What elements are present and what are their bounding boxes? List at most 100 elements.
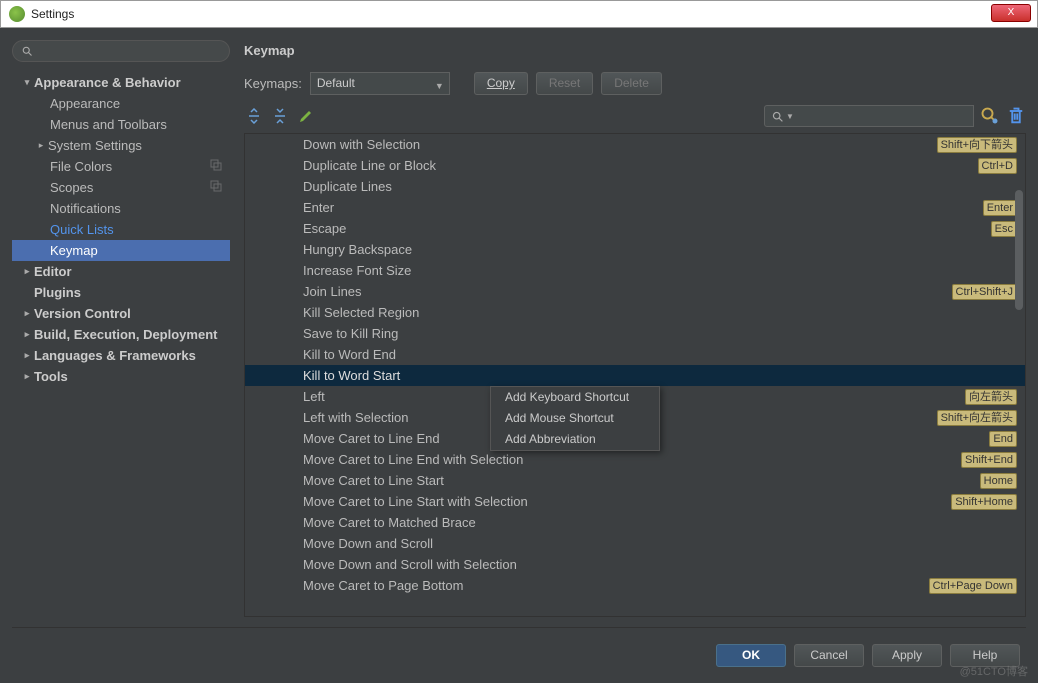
keymap-panel: Keymap Keymaps: Default Copy Reset Delet…: [244, 40, 1026, 617]
action-row[interactable]: Move Down and Scroll: [245, 533, 1025, 554]
apply-button[interactable]: Apply: [872, 644, 942, 667]
shortcut-badge: Home: [980, 473, 1017, 489]
context-menu: Add Keyboard Shortcut Add Mouse Shortcut…: [490, 386, 660, 451]
action-toolbar: ▼: [244, 105, 1026, 127]
tree-item[interactable]: File Colors: [12, 156, 230, 177]
collapse-all-icon[interactable]: [270, 106, 290, 126]
app-icon: [9, 6, 25, 22]
action-name: Escape: [303, 218, 991, 239]
action-name: Kill Selected Region: [303, 302, 1017, 323]
chevron-down-icon: ▼: [786, 112, 794, 121]
action-name: Increase Font Size: [303, 260, 1017, 281]
action-name: Move Caret to Line Start with Selection: [303, 491, 951, 512]
search-icon: [771, 110, 784, 123]
delete-button[interactable]: Delete: [601, 72, 662, 95]
action-row[interactable]: Hungry Backspace: [245, 239, 1025, 260]
tree-item-label: Build, Execution, Deployment: [34, 324, 217, 345]
expand-all-icon[interactable]: [244, 106, 264, 126]
action-search[interactable]: ▼: [764, 105, 974, 127]
tree-item[interactable]: Plugins: [12, 282, 230, 303]
copy-button[interactable]: Copy: [474, 72, 528, 95]
action-row[interactable]: Move Caret to Line StartHome: [245, 470, 1025, 491]
tree-item[interactable]: ▸Editor: [12, 261, 230, 282]
reset-button[interactable]: Reset: [536, 72, 593, 95]
sidebar-search[interactable]: [12, 40, 230, 62]
action-name: Kill to Word End: [303, 344, 1017, 365]
dialog-footer: OK Cancel Apply Help: [12, 627, 1026, 683]
tree-item[interactable]: ▾Appearance & Behavior: [12, 72, 230, 93]
action-name: Move Down and Scroll: [303, 533, 1017, 554]
arrow-icon: ▾: [22, 72, 32, 93]
shortcut-badge: 向左箭头: [965, 389, 1017, 405]
ok-button[interactable]: OK: [716, 644, 786, 667]
action-row[interactable]: Duplicate Lines: [245, 176, 1025, 197]
action-name: Move Caret to Page Bottom: [303, 575, 929, 596]
tree-item[interactable]: Scopes: [12, 177, 230, 198]
action-row[interactable]: Move Caret to Matched Brace: [245, 512, 1025, 533]
action-row[interactable]: Increase Font Size: [245, 260, 1025, 281]
action-row[interactable]: Move Caret to Page BottomCtrl+Page Down: [245, 575, 1025, 596]
copy-icon: [210, 159, 222, 171]
trash-icon[interactable]: [1006, 106, 1026, 126]
action-row[interactable]: Move Down and Scroll with Selection: [245, 554, 1025, 575]
ctx-add-keyboard-shortcut[interactable]: Add Keyboard Shortcut: [491, 387, 659, 408]
cancel-button[interactable]: Cancel: [794, 644, 864, 667]
settings-tree[interactable]: ▾Appearance & BehaviorAppearanceMenus an…: [12, 72, 230, 617]
tree-item-label: File Colors: [50, 156, 112, 177]
close-button[interactable]: X: [991, 4, 1031, 22]
keymap-top-row: Keymaps: Default Copy Reset Delete: [244, 72, 1026, 95]
ctx-add-mouse-shortcut[interactable]: Add Mouse Shortcut: [491, 408, 659, 429]
tree-item[interactable]: Notifications: [12, 198, 230, 219]
action-name: Down with Selection: [303, 134, 937, 155]
scrollbar-thumb[interactable]: [1015, 190, 1023, 310]
tree-item[interactable]: Keymap: [12, 240, 230, 261]
tree-item-label: Appearance & Behavior: [34, 72, 181, 93]
tree-item[interactable]: ▸Languages & Frameworks: [12, 345, 230, 366]
action-list[interactable]: Down with SelectionShift+向下箭头Duplicate L…: [244, 133, 1026, 617]
arrow-icon: ▸: [22, 303, 32, 324]
arrow-icon: ▸: [22, 345, 32, 366]
action-row[interactable]: Join LinesCtrl+Shift+J: [245, 281, 1025, 302]
tree-item[interactable]: Quick Lists: [12, 219, 230, 240]
search-icon: [21, 45, 33, 57]
action-row[interactable]: Kill to Word End: [245, 344, 1025, 365]
action-row[interactable]: Save to Kill Ring: [245, 323, 1025, 344]
action-name: Move Caret to Line End with Selection: [303, 449, 961, 470]
tree-item[interactable]: ▸Tools: [12, 366, 230, 387]
action-row[interactable]: EscapeEsc: [245, 218, 1025, 239]
action-name: Kill to Word Start: [303, 365, 1017, 386]
tree-item[interactable]: ▸System Settings: [12, 135, 230, 156]
action-row[interactable]: Kill Selected Region: [245, 302, 1025, 323]
tree-item-label: Appearance: [50, 93, 120, 114]
keymaps-select[interactable]: Default: [310, 72, 450, 95]
action-row[interactable]: Down with SelectionShift+向下箭头: [245, 134, 1025, 155]
action-row[interactable]: Kill to Word Start: [245, 365, 1025, 386]
tree-item-label: Notifications: [50, 198, 121, 219]
watermark: @51CTO博客: [960, 663, 1028, 679]
tree-item[interactable]: Menus and Toolbars: [12, 114, 230, 135]
action-name: Duplicate Line or Block: [303, 155, 978, 176]
action-row[interactable]: Move Caret to Line Start with SelectionS…: [245, 491, 1025, 512]
action-row[interactable]: EnterEnter: [245, 197, 1025, 218]
window-title: Settings: [31, 7, 74, 21]
copy-icon: [210, 180, 222, 192]
ctx-add-abbreviation[interactable]: Add Abbreviation: [491, 429, 659, 450]
tree-item[interactable]: Appearance: [12, 93, 230, 114]
find-by-shortcut-icon[interactable]: [980, 106, 1000, 126]
tree-item-label: Editor: [34, 261, 72, 282]
edit-icon[interactable]: [296, 106, 316, 126]
shortcut-badge: Ctrl+D: [978, 158, 1017, 174]
tree-item[interactable]: ▸Build, Execution, Deployment: [12, 324, 230, 345]
action-name: Enter: [303, 197, 983, 218]
arrow-icon: ▸: [36, 135, 46, 156]
sidebar: ▾Appearance & BehaviorAppearanceMenus an…: [12, 40, 230, 617]
shortcut-badge: Ctrl+Page Down: [929, 578, 1017, 594]
tree-item-label: Quick Lists: [50, 219, 114, 240]
action-name: Join Lines: [303, 281, 952, 302]
shortcut-badge: Ctrl+Shift+J: [952, 284, 1017, 300]
action-row[interactable]: Duplicate Line or BlockCtrl+D: [245, 155, 1025, 176]
action-row[interactable]: Move Caret to Line End with SelectionShi…: [245, 449, 1025, 470]
action-name: Duplicate Lines: [303, 176, 1017, 197]
shortcut-badge: Shift+向左箭头: [937, 410, 1017, 426]
tree-item[interactable]: ▸Version Control: [12, 303, 230, 324]
